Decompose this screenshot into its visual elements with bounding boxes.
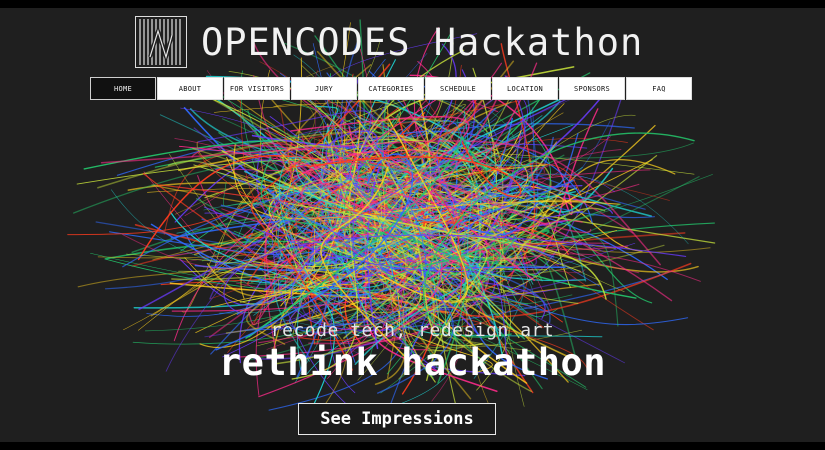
nav-item-home[interactable]: HOME xyxy=(90,77,156,100)
nav-item-faq[interactable]: FAQ xyxy=(626,77,692,100)
site-title[interactable]: OPENCODES Hackathon xyxy=(201,21,643,64)
nav-item-categories[interactable]: CATEGORIES xyxy=(358,77,424,100)
see-impressions-button[interactable]: See Impressions xyxy=(298,403,496,435)
page-frame: OPENCODES Hackathon HOME ABOUT FOR VISIT… xyxy=(0,8,825,442)
site-header: OPENCODES Hackathon xyxy=(135,14,643,70)
striped-square-logo-icon[interactable] xyxy=(135,16,187,68)
nav-item-jury[interactable]: JURY xyxy=(291,77,357,100)
nav-item-for-visitors[interactable]: FOR VISITORS xyxy=(224,77,290,100)
nav-item-sponsors[interactable]: SPONSORS xyxy=(559,77,625,100)
main-nav: HOME ABOUT FOR VISITORS JURY CATEGORIES … xyxy=(90,77,692,100)
nav-item-location[interactable]: LOCATION xyxy=(492,77,558,100)
hero-headline: rethink hackathon xyxy=(218,341,607,384)
nav-item-about[interactable]: ABOUT xyxy=(157,77,223,100)
nav-item-schedule[interactable]: SCHEDULE xyxy=(425,77,491,100)
hero-tagline: recode tech, redesign art xyxy=(270,320,555,341)
